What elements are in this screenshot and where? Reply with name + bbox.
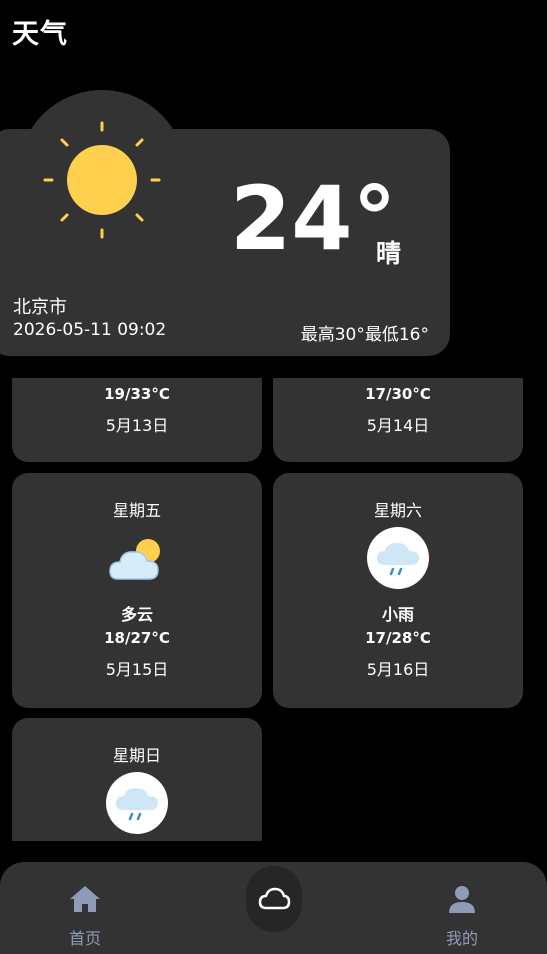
nav-home[interactable]: 首页 bbox=[30, 862, 140, 954]
sun-icon bbox=[43, 121, 161, 239]
forecast-temp-range: 19/33°C bbox=[104, 385, 170, 403]
cloud-icon bbox=[258, 887, 291, 910]
forecast-card[interactable]: 星期六 小雨 17/28°C 5月16日 bbox=[273, 473, 523, 708]
home-icon bbox=[70, 886, 100, 912]
current-temperature: 24° bbox=[230, 167, 397, 270]
forecast-date: 5月13日 bbox=[105, 416, 169, 435]
forecast-temp-range: 17/30°C bbox=[365, 385, 431, 403]
forecast-temp-range: 17/28°C bbox=[365, 629, 431, 647]
city-name: 北京市 bbox=[13, 297, 67, 318]
nav-home-label: 首页 bbox=[68, 929, 101, 948]
forecast-date: 5月16日 bbox=[366, 660, 430, 679]
forecast-condition: 多云 bbox=[120, 605, 153, 624]
forecast-card[interactable]: 19/33°C 5月13日 bbox=[12, 378, 262, 462]
forecast-date: 5月15日 bbox=[105, 660, 169, 679]
forecast-card[interactable]: 17/30°C 5月14日 bbox=[273, 378, 523, 462]
forecast-condition: 小雨 bbox=[381, 605, 414, 624]
forecast-weekday: 星期六 bbox=[373, 501, 422, 520]
app-title: 天气 bbox=[12, 19, 68, 50]
nav-mine[interactable]: 我的 bbox=[407, 862, 517, 954]
forecast-weekday: 星期五 bbox=[112, 501, 161, 520]
forecast-card[interactable]: 星期五 多云 18/27°C 5月15日 bbox=[12, 473, 262, 708]
partly-cloudy-icon bbox=[109, 539, 160, 580]
nav-mine-label: 我的 bbox=[445, 929, 478, 948]
weather-center-button[interactable] bbox=[246, 866, 302, 932]
light-rain-icon bbox=[367, 527, 429, 589]
forecast-card[interactable]: 星期日 bbox=[12, 718, 262, 841]
current-condition: 晴 bbox=[376, 239, 402, 268]
update-datetime: 2026-05-11 09:02 bbox=[13, 320, 167, 340]
light-rain-icon bbox=[106, 772, 168, 834]
forecast-temp-range: 18/27°C bbox=[104, 629, 170, 647]
forecast-date: 5月14日 bbox=[366, 416, 430, 435]
high-low-temperature: 最高30°最低16° bbox=[300, 325, 429, 345]
person-icon bbox=[449, 886, 475, 913]
forecast-weekday: 星期日 bbox=[112, 746, 161, 765]
